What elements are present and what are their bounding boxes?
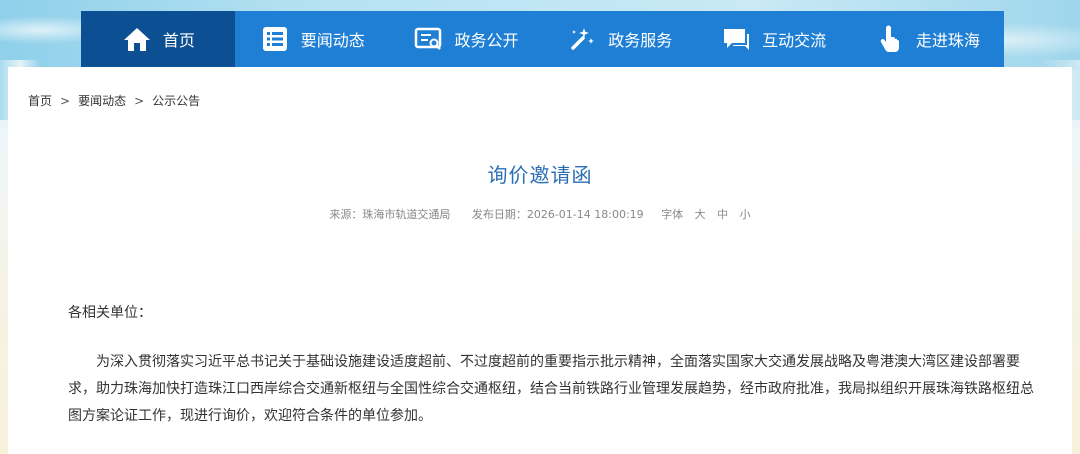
article-title: 询价邀请函 [487, 163, 593, 187]
chat-icon [720, 23, 752, 55]
article-paragraph: 为深入贯彻落实习近平总书记关于基础设施建设适度超前、不过度超前的重要指示批示精神… [68, 354, 1034, 424]
font-size-large-button[interactable]: 大 [695, 208, 706, 221]
nav-item-gov-services[interactable]: 政务服务 [542, 11, 696, 67]
breadcrumb-separator: > [60, 93, 71, 108]
breadcrumb-announcements[interactable]: 公示公告 [152, 92, 200, 109]
font-size-medium-button[interactable]: 中 [717, 208, 728, 221]
nav-label: 政务公开 [454, 31, 519, 50]
font-size-label: 字体 [661, 208, 684, 221]
breadcrumb-home[interactable]: 首页 [28, 92, 52, 109]
article-source: 来源：珠海市轨道交通局 [329, 208, 451, 221]
nav-label: 首页 [162, 31, 195, 50]
home-icon [121, 23, 153, 55]
nav-item-about-zhuhai[interactable]: 走进珠海 [850, 11, 1004, 67]
main-nav: 首页 要闻动态 政务公开 政务服务 互动交流 走进珠海 [81, 11, 1004, 67]
list-icon [259, 23, 291, 55]
breadcrumb-separator: > [134, 93, 145, 108]
nav-item-home[interactable]: 首页 [81, 11, 235, 67]
nav-label: 政务服务 [608, 31, 673, 50]
article-meta: 来源：珠海市轨道交通局 发布日期：2026-01-14 18:00:19 字体 … [8, 206, 1072, 222]
nav-item-gov-affairs[interactable]: 政务公开 [389, 11, 543, 67]
article-date: 发布日期：2026-01-14 18:00:19 [471, 208, 644, 221]
nav-label: 走进珠海 [915, 31, 980, 50]
content-panel: 首页 > 要闻动态 > 公示公告 询价邀请函 来源：珠海市轨道交通局 发布日期：… [8, 67, 1072, 454]
nav-item-interaction[interactable]: 互动交流 [696, 11, 850, 67]
document-icon [412, 23, 444, 55]
breadcrumb-news[interactable]: 要闻动态 [78, 92, 126, 109]
nav-label: 互动交流 [762, 31, 827, 50]
tools-icon [566, 23, 598, 55]
hand-pointer-icon [874, 23, 906, 55]
article-salutation: 各相关单位： [68, 305, 152, 321]
article-body: 各相关单位： 为深入贯彻落实习近平总书记关于基础设施建设适度超前、不过度超前的重… [68, 300, 1040, 430]
font-size-small-button[interactable]: 小 [740, 208, 751, 221]
nav-label: 要闻动态 [300, 31, 365, 50]
breadcrumb: 首页 > 要闻动态 > 公示公告 [28, 92, 200, 109]
nav-item-news[interactable]: 要闻动态 [235, 11, 389, 67]
